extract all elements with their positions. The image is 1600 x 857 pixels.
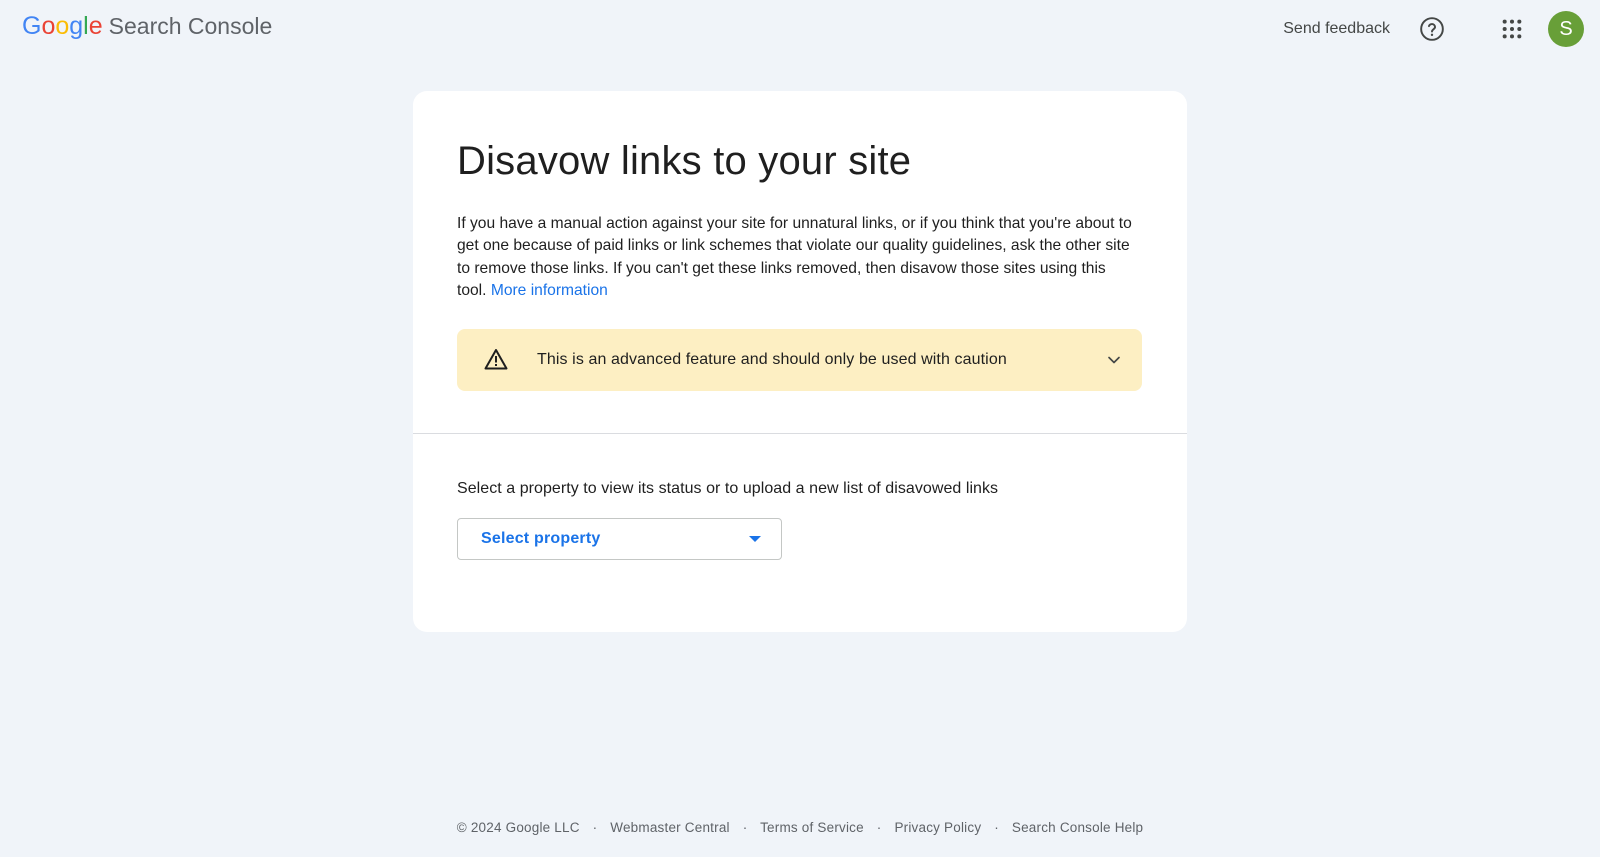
select-property-value: Select property (481, 530, 601, 547)
send-feedback-link[interactable]: Send feedback (1283, 20, 1390, 38)
card-intro-section: Disavow links to your site If you have a… (413, 91, 1187, 434)
warning-icon (484, 349, 508, 370)
footer-link-terms-of-service[interactable]: Terms of Service (760, 820, 864, 835)
caution-text: This is an advanced feature and should o… (537, 351, 1007, 369)
description-text: If you have a manual action against your… (457, 213, 1137, 302)
google-search-console-logo[interactable]: Google Search Console (22, 12, 272, 46)
footer: © 2024 Google LLC · Webmaster Central · … (0, 820, 1600, 835)
footer-separator: · (876, 820, 882, 835)
disavow-card: Disavow links to your site If you have a… (413, 91, 1187, 632)
help-button[interactable] (1412, 9, 1452, 49)
chevron-down-icon (1108, 356, 1120, 364)
caution-banner[interactable]: This is an advanced feature and should o… (457, 329, 1142, 392)
more-information-link[interactable]: More information (491, 282, 608, 299)
help-icon (1420, 17, 1444, 41)
footer-separator: · (994, 820, 999, 835)
logo-letter: G (22, 12, 42, 40)
footer-separator: · (592, 820, 598, 835)
google-wordmark: Google (22, 12, 103, 41)
product-name: Search Console (108, 13, 273, 39)
google-apps-button[interactable] (1492, 9, 1532, 49)
logo-letter: o (41, 12, 56, 40)
property-select-section: Select a property to view its status or … (413, 434, 1187, 560)
logo-letter: e (88, 12, 103, 40)
select-property-label: Select a property to view its status or … (457, 480, 999, 497)
apps-grid-icon (1502, 19, 1522, 39)
top-bar: Google Search Console Send feedback S (0, 0, 1600, 58)
logo-letter: g (69, 12, 84, 40)
page-title: Disavow links to your site (457, 139, 912, 183)
footer-link-webmaster-central[interactable]: Webmaster Central (610, 820, 729, 835)
header-actions: Send feedback S (1283, 0, 1600, 58)
footer-link-search-console-help[interactable]: Search Console Help (1012, 820, 1143, 835)
logo-letter: o (55, 12, 70, 40)
account-avatar[interactable]: S (1548, 11, 1584, 47)
dropdown-arrow-icon (749, 536, 761, 542)
footer-link-privacy-policy[interactable]: Privacy Policy (894, 820, 981, 835)
footer-separator: · (742, 820, 748, 835)
select-property-dropdown[interactable]: Select property (457, 518, 782, 560)
footer-copyright: © 2024 Google LLC (456, 820, 580, 835)
